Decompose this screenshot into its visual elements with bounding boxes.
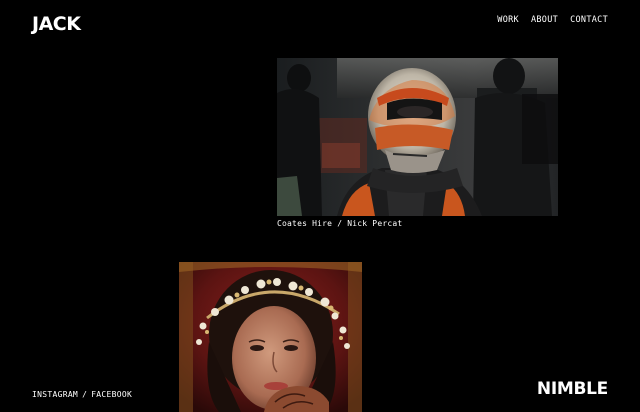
site-logo[interactable]: JACK (32, 13, 81, 35)
nav-work-link[interactable]: WORK (497, 15, 519, 25)
social-links: INSTAGRAM / FACEBOOK (32, 390, 132, 399)
race-driver-helmet-photo (277, 58, 558, 216)
brand-wordmark: NIMBLE (536, 379, 608, 399)
facebook-link[interactable]: FACEBOOK (91, 390, 132, 399)
project-thumbnail-portrait[interactable] (179, 262, 362, 412)
instagram-link[interactable]: INSTAGRAM (32, 390, 78, 399)
social-separator: / (82, 390, 88, 399)
project-caption: Coates Hire / Nick Percat (277, 219, 403, 228)
woman-floral-headpiece-photo (179, 262, 362, 412)
nav-about-link[interactable]: ABOUT (531, 15, 558, 25)
main-nav: WORK ABOUT CONTACT (497, 15, 608, 25)
nav-contact-link[interactable]: CONTACT (570, 15, 608, 25)
project-thumbnail-coates-hire[interactable] (277, 58, 558, 216)
